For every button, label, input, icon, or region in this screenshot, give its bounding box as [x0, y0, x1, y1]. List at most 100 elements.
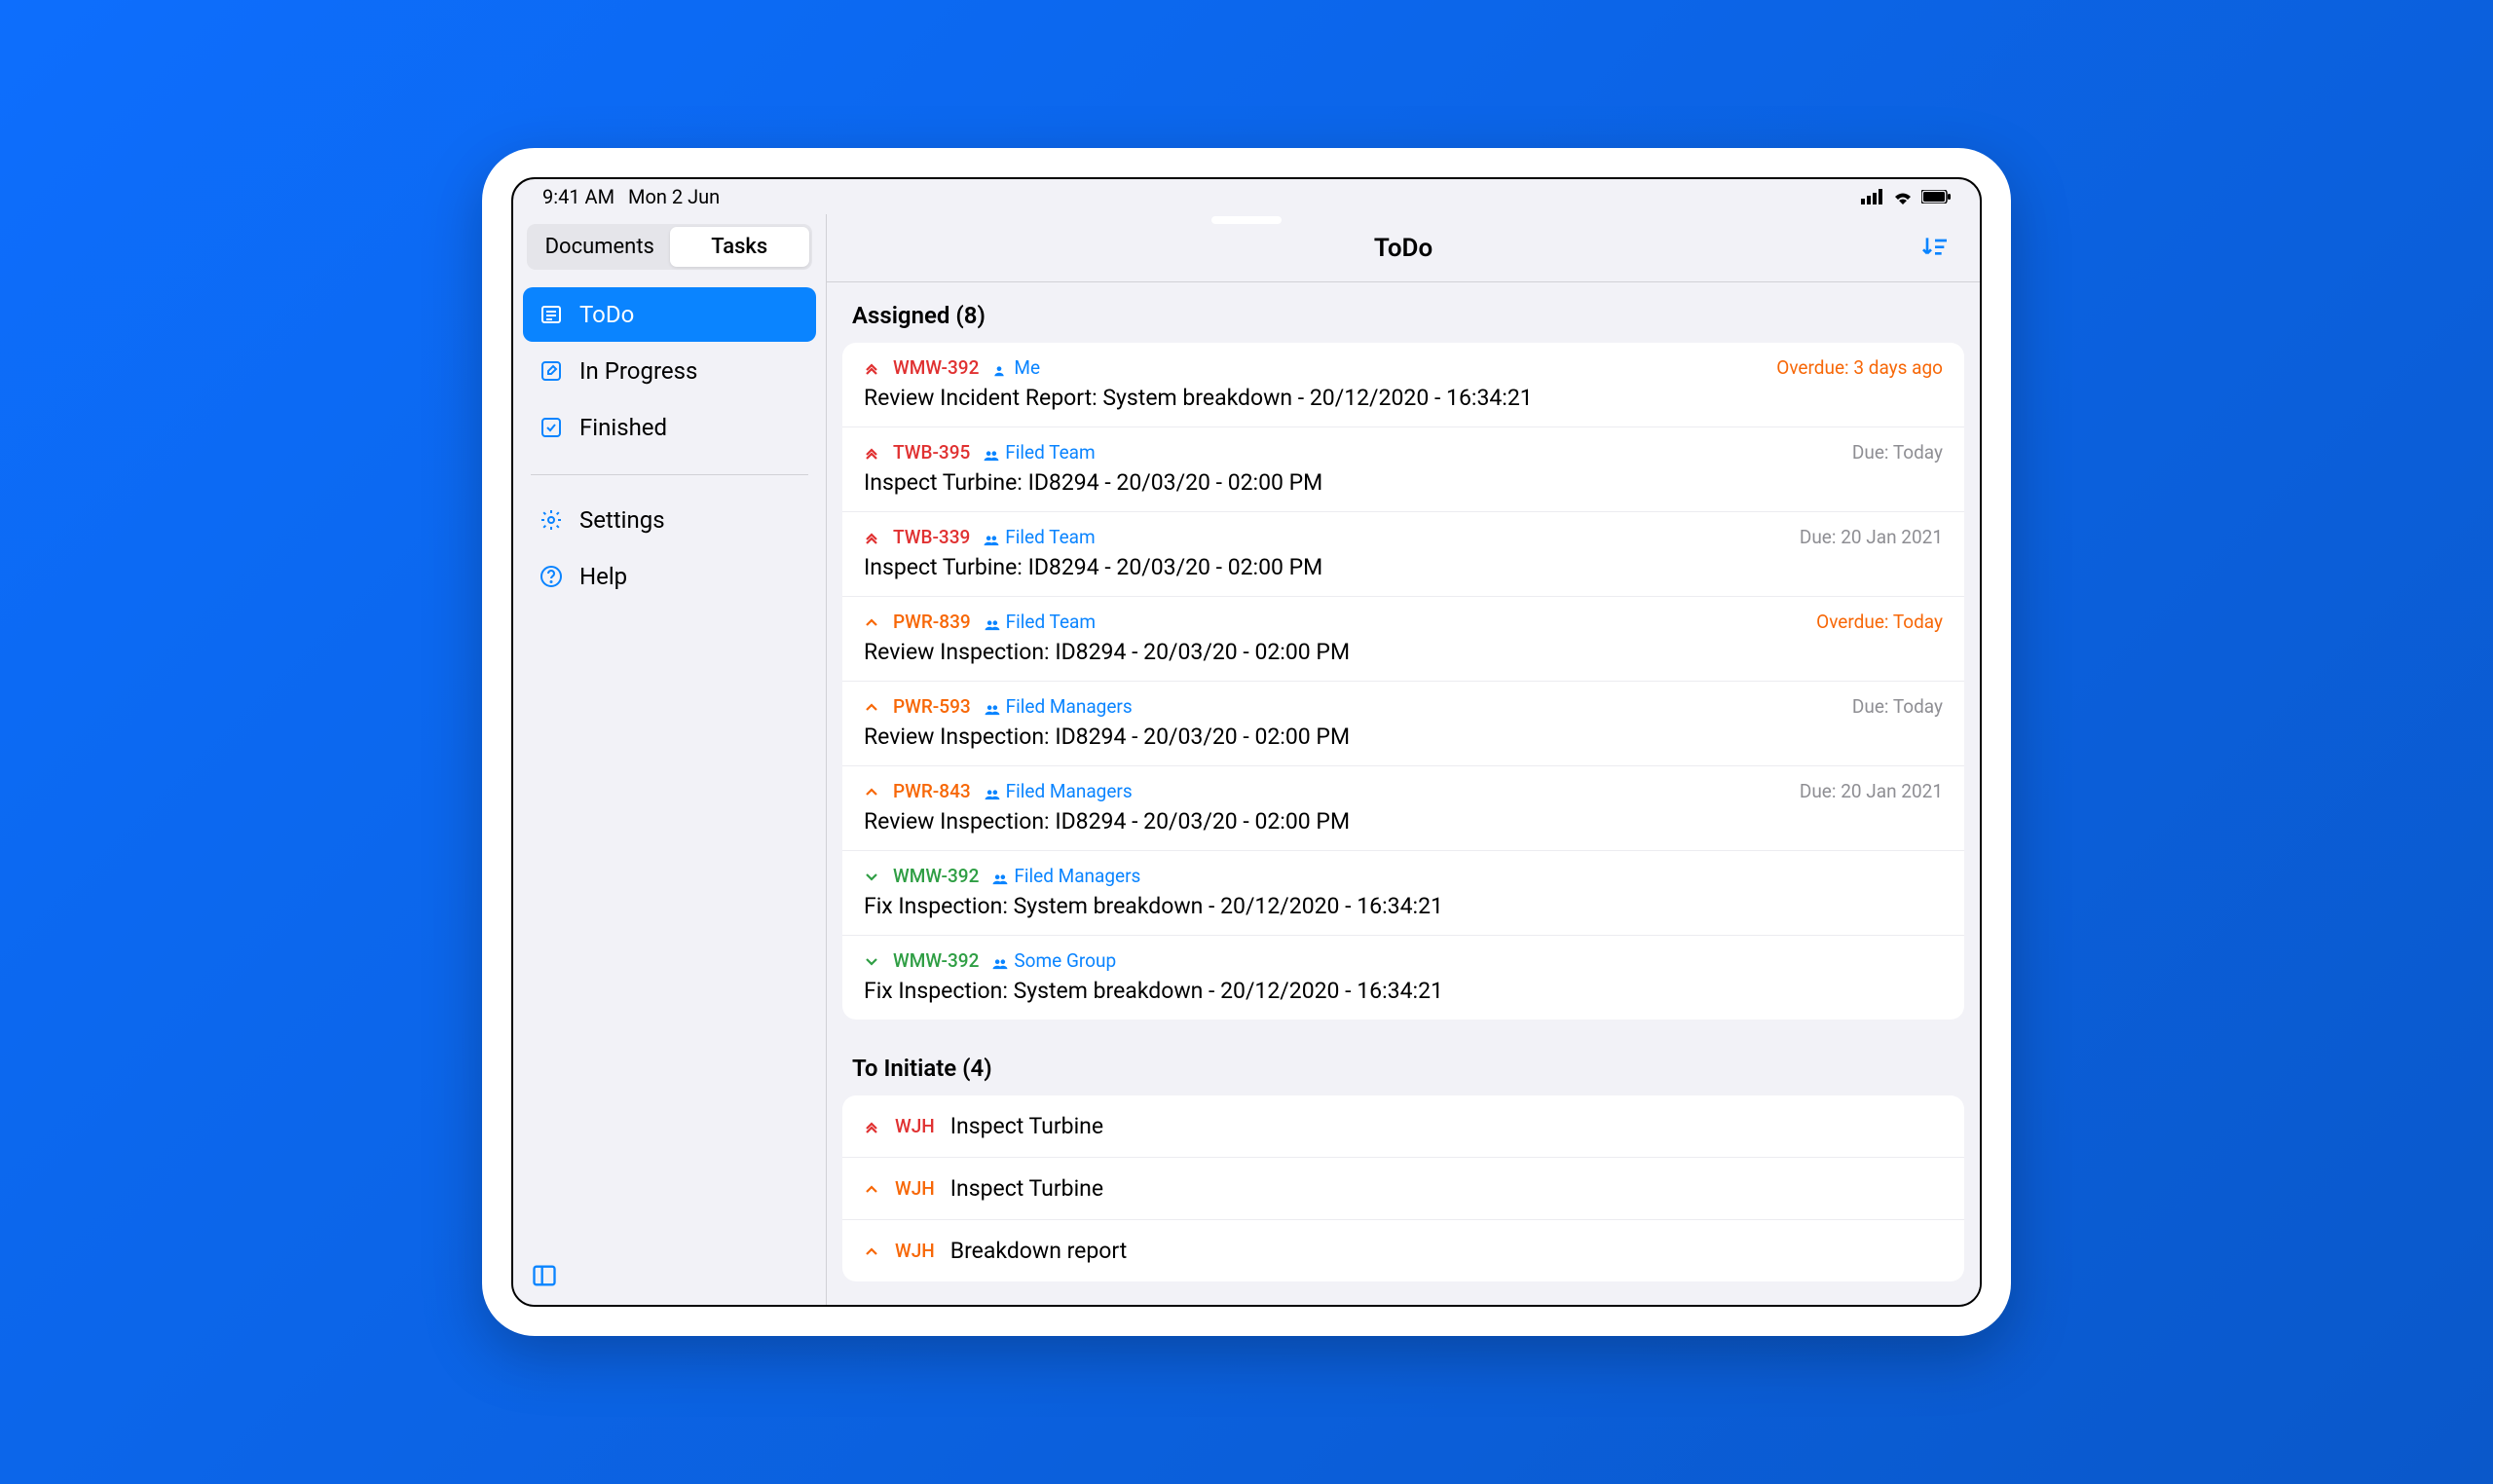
tab-tasks[interactable]: Tasks — [670, 227, 810, 267]
task-title: Inspect Turbine: ID8294 - 20/03/20 - 02:… — [864, 469, 1943, 496]
initiate-row[interactable]: WJH Breakdown report — [842, 1220, 1964, 1281]
status-date: Mon 2 Jun — [628, 185, 720, 208]
segmented-control: Documents Tasks — [527, 224, 812, 270]
page-title: ToDo — [1374, 234, 1433, 263]
task-row[interactable]: WMW-392 Some Group Fix Inspection: Syste… — [842, 936, 1964, 1020]
group-icon — [985, 784, 1000, 799]
sidebar-item-inprogress[interactable]: In Progress — [523, 344, 816, 398]
scroll-area[interactable]: Assigned (8) WMW-392 Me Overdue: 3 days … — [827, 282, 1980, 1305]
sidebar: Documents Tasks ToDo In Progress Finishe… — [513, 214, 827, 1305]
sidebar-primary-list: ToDo In Progress Finished — [513, 283, 826, 461]
task-id: PWR-843 — [893, 780, 971, 802]
check-icon — [539, 415, 564, 440]
priority-icon — [864, 1119, 879, 1134]
sidebar-item-help[interactable]: Help — [523, 549, 816, 604]
task-id: PWR-839 — [893, 611, 971, 633]
task-assignee: Filed Team — [984, 441, 1095, 464]
task-id: TWB-339 — [893, 526, 970, 548]
task-id: WMW-392 — [893, 949, 979, 972]
task-row[interactable]: TWB-395 Filed Team Due: Today Inspect Tu… — [842, 427, 1964, 512]
task-id: WMW-392 — [893, 865, 979, 887]
initiate-task-list: WJH Inspect Turbine WJH Inspect Turbine … — [842, 1095, 1964, 1281]
sidebar-item-label: Settings — [579, 506, 665, 534]
priority-icon — [864, 530, 879, 545]
priority-icon — [864, 699, 879, 715]
sidebar-item-settings[interactable]: Settings — [523, 493, 816, 547]
priority-icon — [864, 953, 879, 969]
task-title: Review Incident Report: System breakdown… — [864, 385, 1943, 411]
task-assignee: Some Group — [992, 949, 1116, 972]
group-icon — [984, 445, 999, 461]
section-header-assigned: Assigned (8) — [827, 282, 1980, 343]
sidebar-item-finished[interactable]: Finished — [523, 400, 816, 455]
task-row[interactable]: PWR-593 Filed Managers Due: Today Review… — [842, 682, 1964, 766]
priority-icon — [864, 1243, 879, 1259]
initiate-title: Breakdown report — [950, 1238, 1128, 1264]
task-assignee: Me — [992, 356, 1040, 379]
group-icon — [985, 699, 1000, 715]
task-assignee: Filed Managers — [985, 695, 1133, 718]
task-row[interactable]: WMW-392 Me Overdue: 3 days ago Review In… — [842, 343, 1964, 427]
battery-icon — [1921, 190, 1951, 204]
wifi-icon — [1892, 189, 1914, 204]
task-title: Review Inspection: ID8294 - 20/03/20 - 0… — [864, 723, 1943, 750]
sidebar-item-todo[interactable]: ToDo — [523, 287, 816, 342]
signal-icon — [1861, 189, 1884, 204]
status-bar: 9:41 AM Mon 2 Jun — [513, 179, 1980, 214]
initiate-row[interactable]: WJH Inspect Turbine — [842, 1158, 1964, 1220]
task-assignee: Filed Team — [984, 526, 1095, 548]
task-row[interactable]: TWB-339 Filed Team Due: 20 Jan 2021 Insp… — [842, 512, 1964, 597]
task-due: Overdue: 3 days ago — [1776, 356, 1943, 379]
task-title: Inspect Turbine: ID8294 - 20/03/20 - 02:… — [864, 554, 1943, 580]
task-due: Due: Today — [1852, 695, 1943, 718]
task-id: WMW-392 — [893, 356, 979, 379]
priority-icon — [864, 784, 879, 799]
group-icon — [984, 530, 999, 545]
task-row[interactable]: WMW-392 Filed Managers Fix Inspection: S… — [842, 851, 1964, 936]
task-due: Due: 20 Jan 2021 — [1800, 780, 1943, 802]
tablet-frame: 9:41 AM Mon 2 Jun Documents Tasks ToDo — [482, 148, 2011, 1336]
assigned-task-list: WMW-392 Me Overdue: 3 days ago Review In… — [842, 343, 1964, 1020]
task-row[interactable]: PWR-839 Filed Team Overdue: Today Review… — [842, 597, 1964, 682]
section-header-initiate: To Initiate (4) — [827, 1035, 1980, 1095]
app-body: Documents Tasks ToDo In Progress Finishe… — [513, 214, 1980, 1305]
initiate-title: Inspect Turbine — [950, 1113, 1103, 1139]
status-time: 9:41 AM — [542, 185, 614, 208]
sidebar-footer — [513, 1250, 826, 1305]
sort-button[interactable] — [1916, 229, 1954, 268]
gear-icon — [539, 507, 564, 533]
task-due: Due: Today — [1852, 441, 1943, 464]
task-due: Due: 20 Jan 2021 — [1800, 526, 1943, 548]
task-title: Review Inspection: ID8294 - 20/03/20 - 0… — [864, 639, 1943, 665]
initiate-id: WJH — [895, 1177, 935, 1200]
list-icon — [539, 302, 564, 327]
priority-icon — [864, 614, 879, 630]
main-header: ToDo — [827, 214, 1980, 282]
task-id: PWR-593 — [893, 695, 971, 718]
task-assignee: Filed Team — [985, 611, 1096, 633]
priority-icon — [864, 445, 879, 461]
initiate-id: WJH — [895, 1115, 935, 1137]
initiate-title: Inspect Turbine — [950, 1175, 1103, 1202]
task-assignee: Filed Managers — [985, 780, 1133, 802]
initiate-id: WJH — [895, 1240, 935, 1262]
task-id: TWB-395 — [893, 441, 970, 464]
priority-icon — [864, 869, 879, 884]
task-title: Fix Inspection: System breakdown - 20/12… — [864, 893, 1943, 919]
initiate-row[interactable]: WJH Inspect Turbine — [842, 1095, 1964, 1158]
person-icon — [992, 360, 1008, 376]
group-icon — [992, 953, 1008, 969]
main-panel: ToDo Assigned (8) WMW-392 Me Overdue: 3 … — [827, 214, 1980, 1305]
task-due: Overdue: Today — [1816, 611, 1943, 633]
tab-documents[interactable]: Documents — [530, 227, 670, 267]
priority-icon — [864, 1181, 879, 1197]
sidebar-item-label: ToDo — [579, 301, 634, 328]
task-row[interactable]: PWR-843 Filed Managers Due: 20 Jan 2021 … — [842, 766, 1964, 851]
sidebar-item-label: In Progress — [579, 357, 697, 385]
sidebar-separator — [531, 474, 808, 475]
task-assignee: Filed Managers — [992, 865, 1140, 887]
task-title: Review Inspection: ID8294 - 20/03/20 - 0… — [864, 808, 1943, 835]
panel-toggle-icon[interactable] — [531, 1275, 558, 1293]
sidebar-item-label: Help — [579, 563, 627, 590]
group-icon — [985, 614, 1000, 630]
